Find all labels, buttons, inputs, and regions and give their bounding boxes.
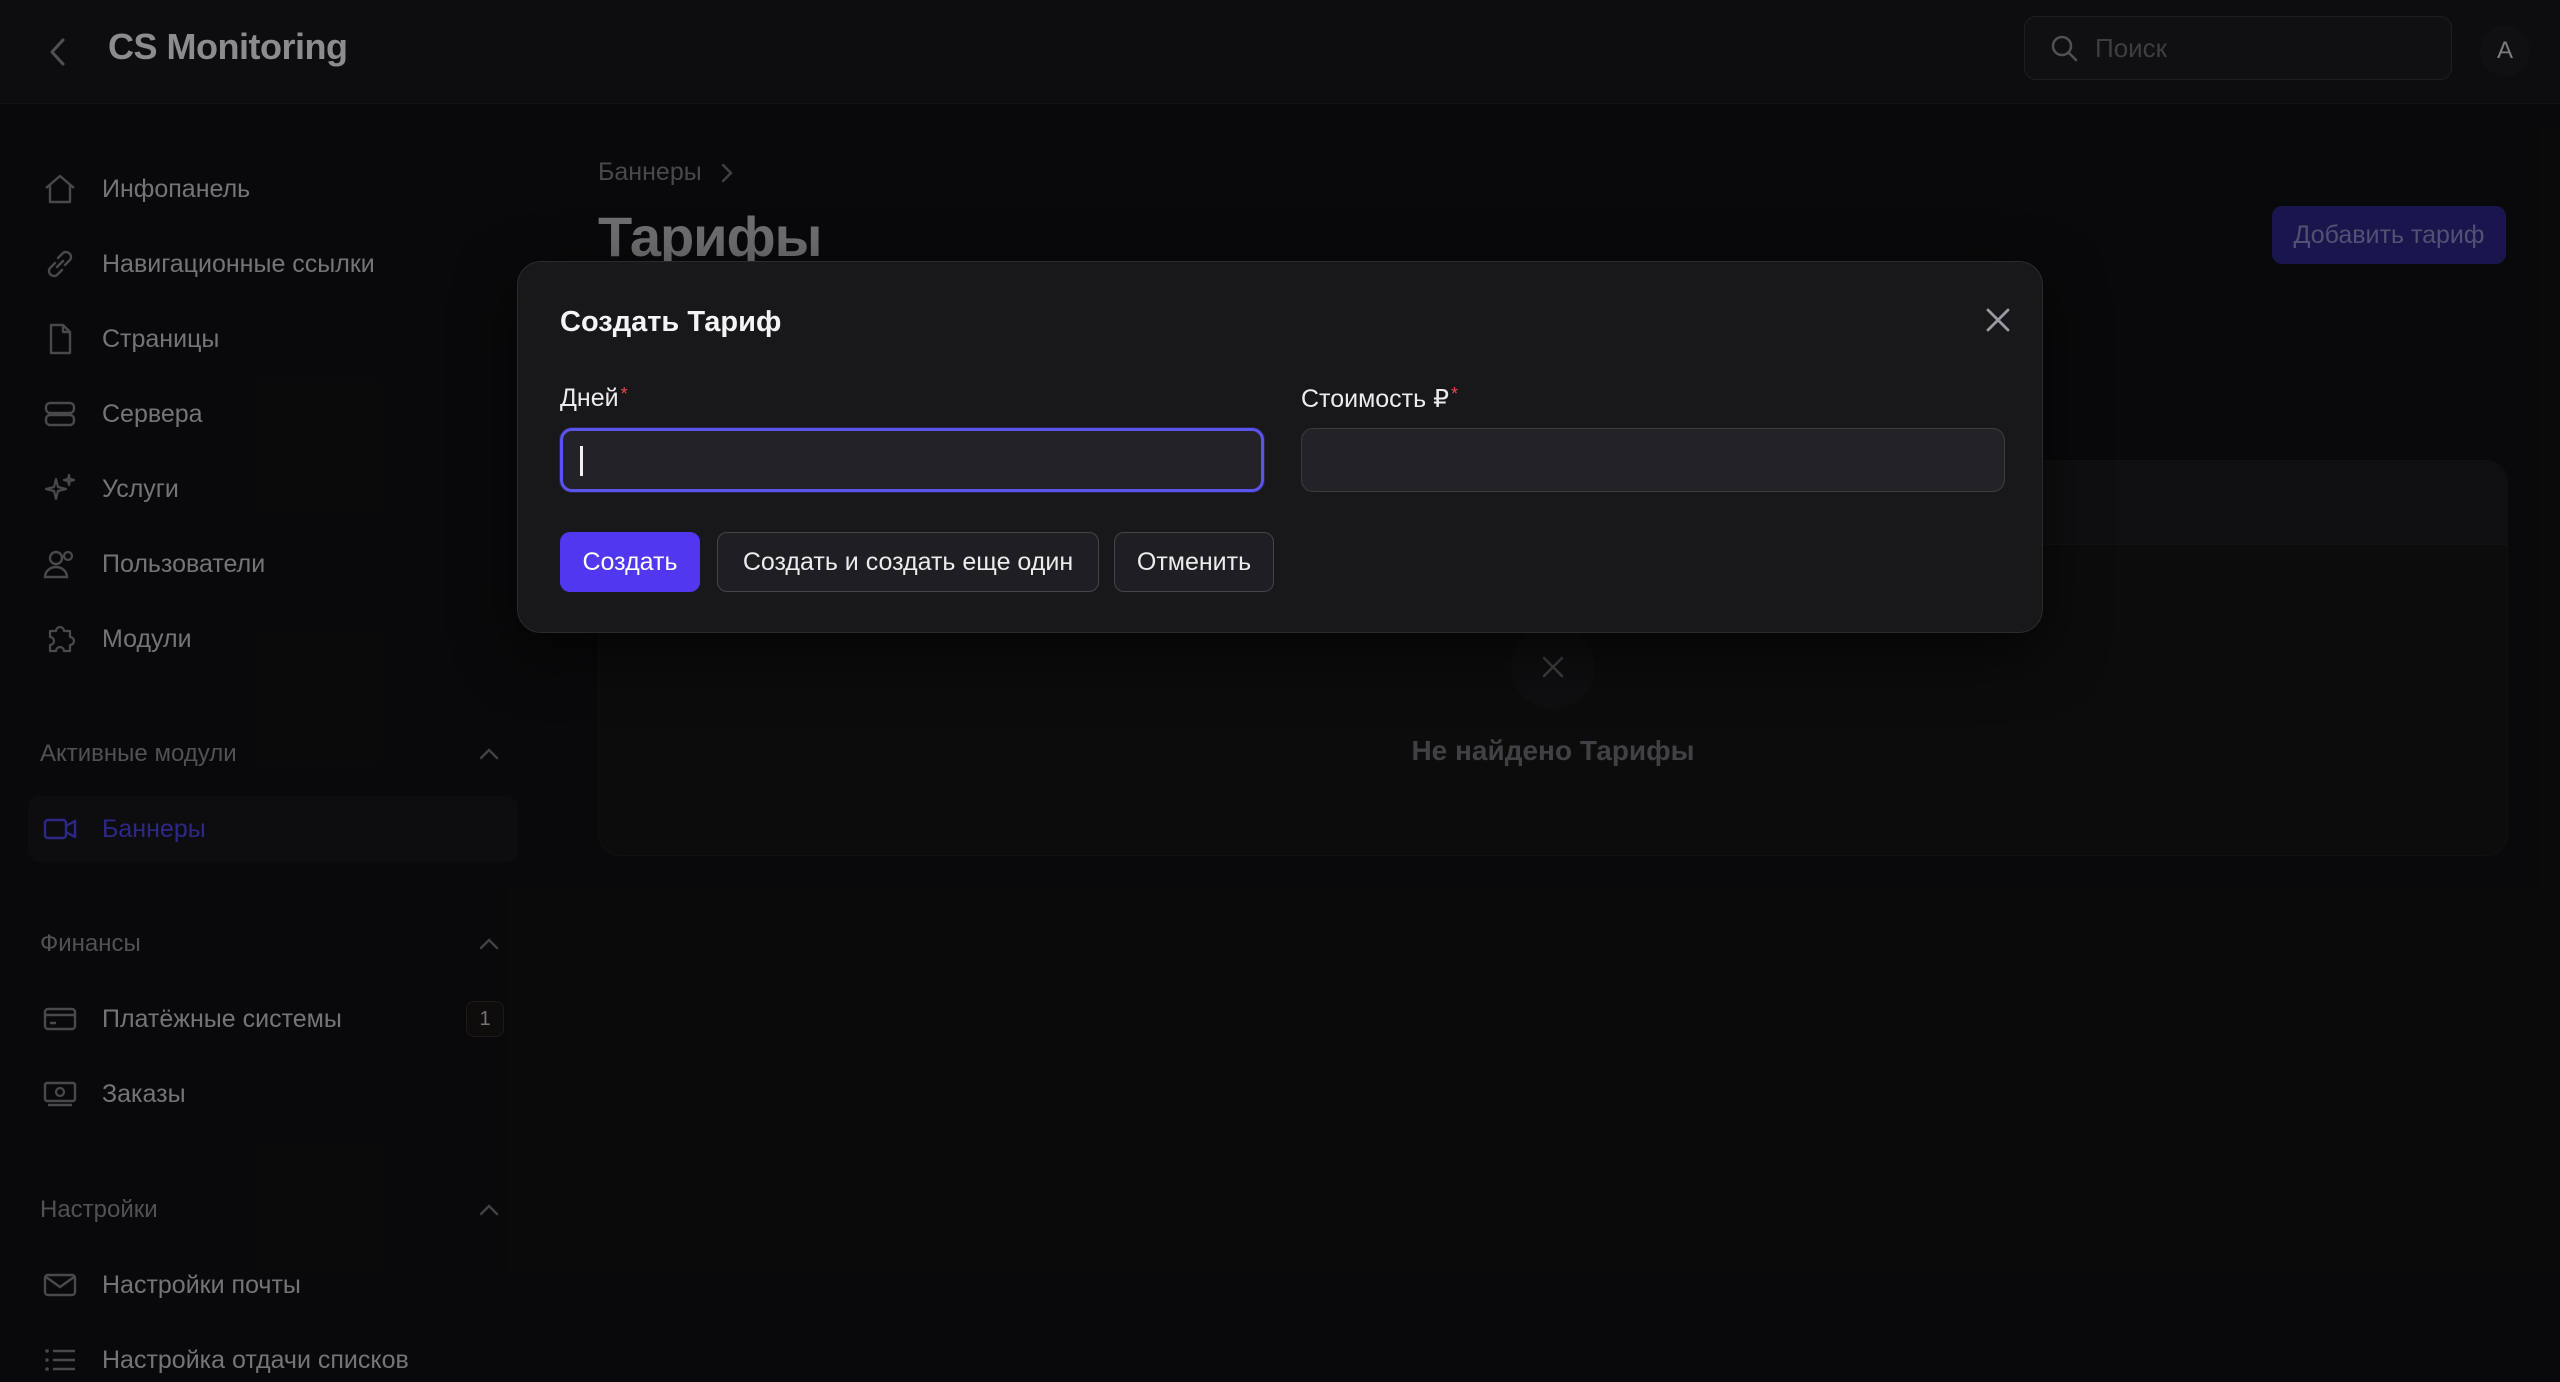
price-input[interactable] [1301,428,2005,492]
close-icon [1986,308,2010,332]
required-marker: * [1451,384,1459,404]
required-marker: * [620,384,628,404]
price-label: Стоимость ₽ * [1301,384,1459,413]
days-label: Дней * [560,384,628,412]
modal-backdrop[interactable] [0,0,2560,1382]
days-input[interactable] [560,428,1264,492]
app-window: CS Monitoring A Инфопанель Навигационные… [0,0,2560,1382]
text-caret [580,446,583,476]
create-another-button[interactable]: Создать и создать еще один [717,532,1099,592]
close-button[interactable] [1974,296,2022,344]
modal-title: Создать Тариф [560,306,782,338]
create-tariff-modal: Создать Тариф Дней * Стоимость ₽ * Создать… [517,261,2043,633]
create-button[interactable]: Создать [560,532,700,592]
cancel-button[interactable]: Отменить [1114,532,1274,592]
